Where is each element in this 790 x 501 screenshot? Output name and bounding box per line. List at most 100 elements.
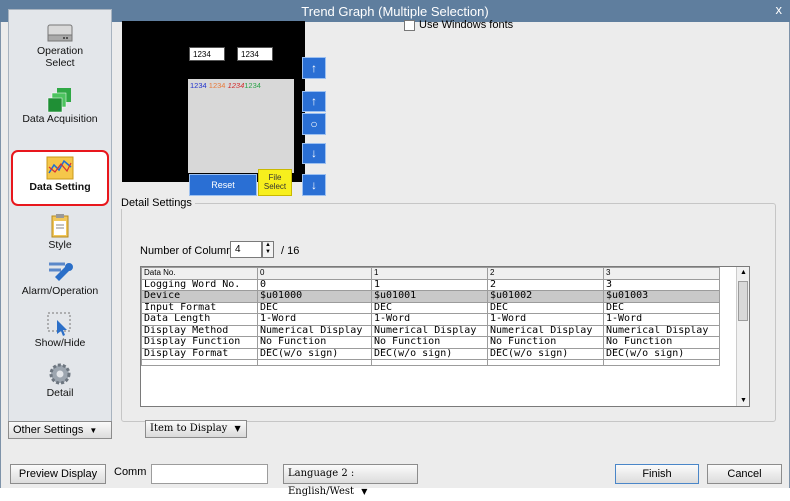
sidebar-item-label: Data Acquisition — [22, 113, 98, 125]
table-header-row: Data No. 0 1 2 3 — [141, 267, 720, 280]
settings-table: Data No. 0 1 2 3 Logging Word No. 0 1 2 3 Dev… — [141, 267, 720, 366]
table-cell[interactable] — [141, 359, 258, 366]
sidebar-item-operation-select[interactable]: Operation Select — [11, 16, 109, 72]
stop-button[interactable]: ○ — [302, 113, 326, 135]
sidebar-item-label: Detail — [46, 387, 74, 399]
detail-settings-title: Detail Settings — [118, 197, 195, 209]
preview-display-button[interactable]: Preview Display — [10, 464, 106, 484]
table-row[interactable]: Display Format DEC(w/o sign) DEC(w/o sign)… — [141, 347, 720, 360]
table-cell[interactable]: 3 — [603, 278, 720, 291]
number-of-columns-input[interactable]: 4 — [230, 241, 262, 258]
table-cell[interactable]: 1-Word — [257, 313, 372, 326]
comm-input[interactable] — [151, 464, 268, 484]
scroll-up-button[interactable]: ↑ — [302, 91, 326, 112]
table-row-label: Display Format — [141, 347, 258, 360]
language-dropdown[interactable]: Language 2 : English/West ▼ — [283, 464, 418, 497]
close-icon[interactable]: x — [776, 2, 783, 17]
table-cell[interactable]: DEC(w/o sign) — [603, 347, 720, 360]
table-row-label: Data Length — [141, 313, 258, 326]
chevron-down-icon: ▼ — [361, 487, 368, 496]
sidebar-item-data-setting[interactable]: Data Setting — [11, 150, 109, 206]
other-settings-label: Other Settings — [13, 424, 84, 436]
table-cell[interactable]: 1-Word — [487, 313, 604, 326]
table-cell[interactable] — [371, 359, 488, 366]
sidebar-item-label: Style — [48, 239, 72, 251]
other-settings-dropdown[interactable]: Other Settings ▼ — [8, 421, 112, 439]
table-cell[interactable]: No Function — [487, 336, 604, 349]
table-row[interactable]: Input Format DEC DEC DEC DEC — [141, 301, 720, 314]
table-cell[interactable] — [603, 359, 720, 366]
cancel-button[interactable]: Cancel — [707, 464, 782, 484]
table-cell[interactable]: $u01002 — [487, 290, 604, 303]
item-to-display-label: Item to Display — [150, 423, 228, 434]
table-cell[interactable]: 1 — [371, 278, 488, 291]
scroll-down-arrow-icon[interactable]: ▼ — [740, 397, 747, 404]
table-cell[interactable]: 0 — [257, 278, 372, 291]
sidebar-item-label: Show/Hide — [34, 337, 86, 349]
table-cell[interactable]: $u01000 — [257, 290, 372, 303]
file-select-label-line1: File — [268, 173, 282, 182]
table-row-label: Device — [141, 290, 258, 303]
scrollbar-thumb[interactable] — [738, 281, 748, 321]
table-header-cell: 3 — [603, 267, 720, 280]
language-label: Language 2 : English/West — [288, 468, 355, 497]
table-cell[interactable]: DEC — [371, 301, 488, 314]
table-cell[interactable]: No Function — [603, 336, 720, 349]
number-of-columns-max: / 16 — [281, 245, 300, 257]
sidebar-item-alarm-operation[interactable]: Alarm/Operation — [11, 256, 109, 312]
scroll-down-fast-button[interactable]: ↓ — [302, 174, 326, 196]
sidebar-item-detail[interactable]: Detail — [11, 358, 109, 414]
trend-preview: 1234 1234 1234 1234 12341234 ↑ ↑ ○ ↓ ↓ R… — [122, 21, 326, 196]
sidebar-item-label: Alarm/Operation — [21, 285, 99, 297]
table-cell[interactable]: DEC(w/o sign) — [371, 347, 488, 360]
use-windows-fonts-option[interactable]: Use Windows fonts — [404, 19, 513, 31]
table-cell[interactable]: DEC — [487, 301, 604, 314]
table-cell[interactable]: No Function — [257, 336, 372, 349]
table-cell[interactable]: DEC — [257, 301, 372, 314]
table-cell[interactable]: $u01003 — [603, 290, 720, 303]
cursor-select-icon — [45, 311, 75, 337]
table-cell[interactable]: 2 — [487, 278, 604, 291]
table-cell[interactable] — [487, 359, 604, 366]
table-cell[interactable]: No Function — [371, 336, 488, 349]
legend-value: 1234 — [227, 81, 245, 90]
detail-settings-grid: Data No. 0 1 2 3 Logging Word No. 0 1 2 3 Dev… — [140, 266, 750, 407]
scroll-up-fast-button[interactable]: ↑ — [302, 57, 326, 79]
reset-button[interactable]: Reset — [189, 174, 257, 196]
comm-label: Comm — [114, 466, 147, 478]
sidebar-item-show-hide[interactable]: Show/Hide — [11, 308, 109, 364]
sidebar-item-label: Operation Select — [36, 45, 84, 69]
table-row[interactable]: Logging Word No. 0 1 2 3 — [141, 278, 720, 291]
table-row[interactable]: Data Length 1-Word 1-Word 1-Word 1-Word — [141, 313, 720, 326]
table-cell[interactable]: Numerical Display — [487, 324, 604, 337]
table-cell[interactable]: DEC(w/o sign) — [487, 347, 604, 360]
sidebar-item-data-acquisition[interactable]: Data Acquisition — [11, 84, 109, 140]
table-cell[interactable] — [257, 359, 372, 366]
table-row[interactable] — [141, 359, 720, 366]
table-cell[interactable]: Numerical Display — [257, 324, 372, 337]
scroll-up-arrow-icon[interactable]: ▲ — [740, 269, 747, 276]
grid-vertical-scrollbar[interactable]: ▲ ▼ — [736, 267, 749, 406]
item-to-display-dropdown[interactable]: Item to Display ▼ — [145, 420, 247, 438]
table-cell[interactable]: Numerical Display — [603, 324, 720, 337]
table-cell[interactable]: DEC(w/o sign) — [257, 347, 372, 360]
table-row[interactable]: Display Method Numerical Display Numerical… — [141, 324, 720, 337]
legend-value: 1234 — [190, 81, 207, 90]
trend-graph-area — [188, 79, 294, 173]
table-cell[interactable]: Numerical Display — [371, 324, 488, 337]
use-windows-fonts-label: Use Windows fonts — [419, 19, 514, 31]
scroll-down-button[interactable]: ↓ — [302, 143, 326, 164]
use-windows-fonts-checkbox[interactable] — [404, 19, 415, 31]
table-cell[interactable]: 1-Word — [371, 313, 488, 326]
table-cell[interactable]: 1-Word — [603, 313, 720, 326]
window-title: Trend Graph (Multiple Selection) — [301, 3, 489, 19]
table-row[interactable]: Display Function No Function No Function No… — [141, 336, 720, 349]
finish-button[interactable]: Finish — [615, 464, 699, 484]
numeric-display: 1234 — [237, 47, 273, 61]
table-cell[interactable]: DEC — [603, 301, 720, 314]
table-row[interactable]: Device $u01000 $u01001 $u01002 $u01003 — [141, 290, 720, 303]
file-select-label-line2: Select — [263, 182, 287, 191]
number-of-columns-spinner[interactable]: ▲ ▼ — [262, 241, 274, 258]
table-cell[interactable]: $u01001 — [371, 290, 488, 303]
file-select-button[interactable]: File Select — [258, 169, 292, 196]
